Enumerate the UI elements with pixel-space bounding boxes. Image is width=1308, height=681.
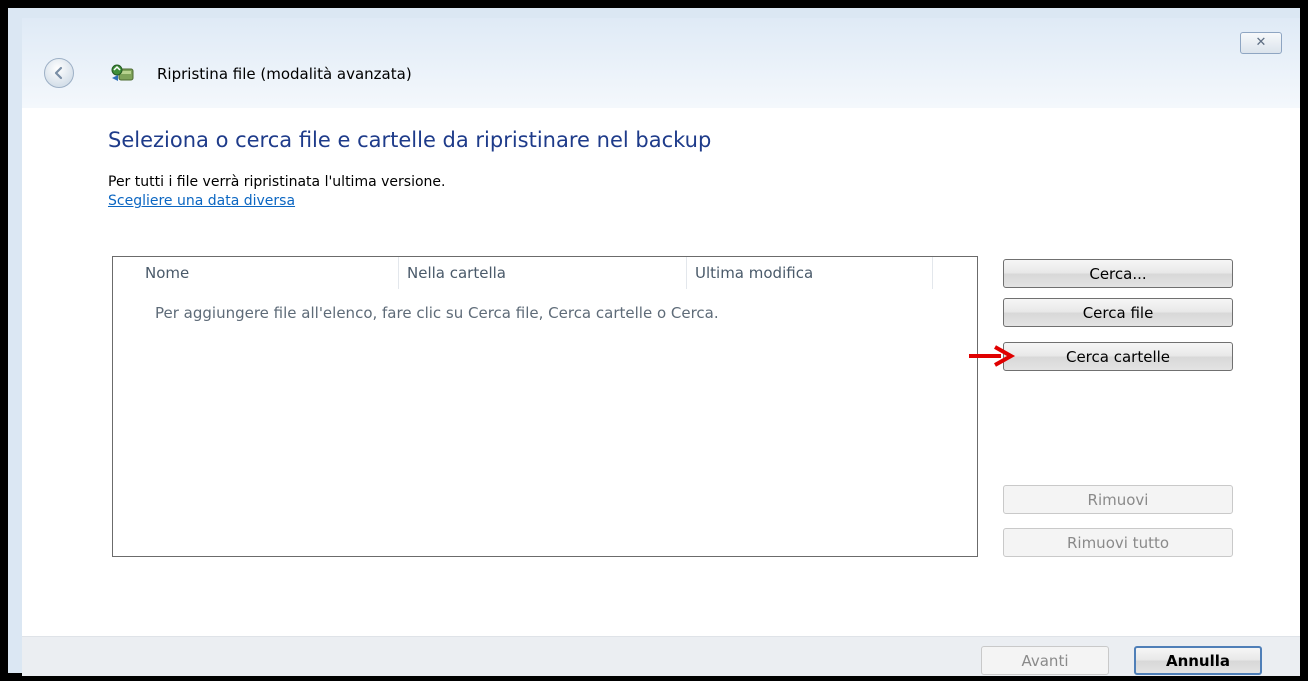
info-text: Per tutti i file verrà ripristinata l'ul… (108, 174, 446, 190)
close-button[interactable]: ✕ (1240, 32, 1282, 54)
column-header-name[interactable]: Nome (113, 257, 399, 289)
window-title: Ripristina file (modalità avanzata) (157, 65, 412, 83)
search-folders-button[interactable]: Cerca cartelle (1003, 342, 1233, 371)
file-list[interactable]: Nome Nella cartella Ultima modifica Per … (112, 256, 978, 557)
screenshot-frame: ✕ Ripristina file (modalità avanzata) Se… (8, 8, 1300, 676)
remove-button[interactable]: Rimuovi (1003, 485, 1233, 514)
back-arrow-icon (54, 66, 63, 80)
close-icon: ✕ (1255, 35, 1267, 50)
remove-all-button[interactable]: Rimuovi tutto (1003, 528, 1233, 557)
empty-list-message: Per aggiungere file all'elenco, fare cli… (155, 304, 719, 322)
next-button[interactable]: Avanti (981, 646, 1109, 675)
title-bar: ✕ Ripristina file (modalità avanzata) (22, 18, 1300, 108)
dialog-window: ✕ Ripristina file (modalità avanzata) Se… (22, 18, 1300, 676)
column-header-folder[interactable]: Nella cartella (399, 257, 687, 289)
back-button[interactable] (44, 58, 74, 88)
dialog-footer: Avanti Annulla (22, 636, 1300, 676)
red-arrow-icon (969, 345, 1016, 367)
column-header-modified[interactable]: Ultima modifica (687, 257, 933, 289)
dialog-content: Seleziona o cerca file e cartelle da rip… (22, 108, 1300, 636)
search-files-button[interactable]: Cerca file (1003, 298, 1233, 327)
cancel-button[interactable]: Annulla (1134, 646, 1262, 675)
choose-date-link[interactable]: Scegliere una data diversa (108, 193, 295, 209)
page-heading: Seleziona o cerca file e cartelle da rip… (108, 128, 712, 152)
backup-restore-icon (111, 64, 134, 81)
search-button[interactable]: Cerca... (1003, 259, 1233, 288)
